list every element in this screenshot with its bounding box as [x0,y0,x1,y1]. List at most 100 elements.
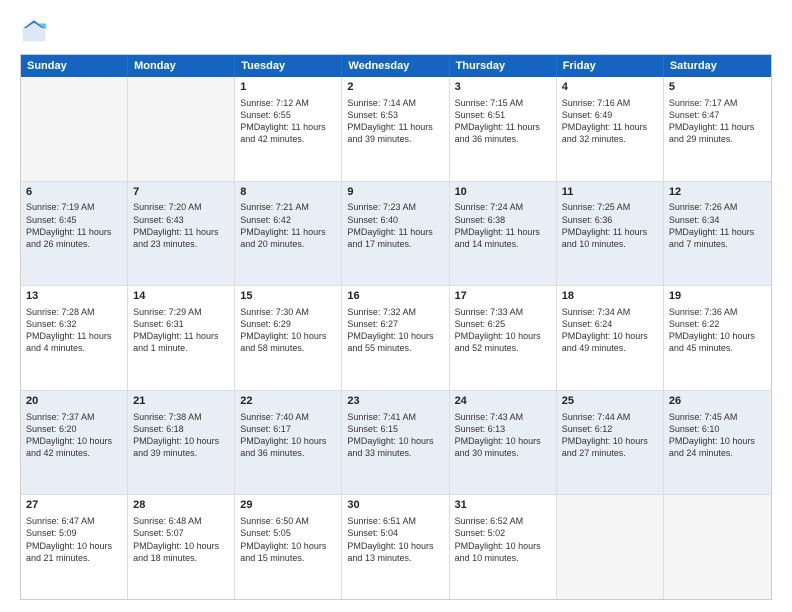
day-header-tuesday: Tuesday [235,55,342,77]
day-info-line-1: Sunrise: 7:36 AM [669,307,738,317]
day-cell-6: 6Sunrise: 7:19 AMSunset: 6:45 PMDaylight… [21,182,128,286]
day-number: 24 [455,394,551,409]
day-info-line-1: Sunrise: 7:34 AM [562,307,631,317]
day-info-line-3: Daylight: 10 hours and 10 minutes. [455,541,541,563]
day-number: 2 [347,80,443,95]
day-cell-12: 12Sunrise: 7:26 AMSunset: 6:34 PMDayligh… [664,182,771,286]
day-info-line-1: Sunrise: 7:37 AM [26,412,95,422]
day-cell-9: 9Sunrise: 7:23 AMSunset: 6:40 PMDaylight… [342,182,449,286]
day-cell-14: 14Sunrise: 7:29 AMSunset: 6:31 PMDayligh… [128,286,235,390]
day-info-line-3: Daylight: 11 hours and 7 minutes. [669,227,754,249]
day-info-line-1: Sunrise: 6:52 AM [455,516,524,526]
day-header-sunday: Sunday [21,55,128,77]
day-number: 13 [26,289,122,304]
day-info-line-3: Daylight: 10 hours and 36 minutes. [240,436,326,458]
day-info-line-3: Daylight: 11 hours and 4 minutes. [26,331,111,353]
calendar-row-5: 27Sunrise: 6:47 AMSunset: 5:09 PMDayligh… [21,494,771,599]
day-cell-7: 7Sunrise: 7:20 AMSunset: 6:43 PMDaylight… [128,182,235,286]
day-info-line-1: Sunrise: 7:29 AM [133,307,202,317]
day-number: 27 [26,498,122,513]
day-number: 8 [240,185,336,200]
day-cell-25: 25Sunrise: 7:44 AMSunset: 6:12 PMDayligh… [557,391,664,495]
day-info-line-3: Daylight: 11 hours and 29 minutes. [669,122,754,144]
day-info-line-1: Sunrise: 6:47 AM [26,516,95,526]
day-cell-13: 13Sunrise: 7:28 AMSunset: 6:32 PMDayligh… [21,286,128,390]
day-info-line-3: Daylight: 10 hours and 55 minutes. [347,331,433,353]
day-info-line-3: Daylight: 10 hours and 58 minutes. [240,331,326,353]
day-cell-19: 19Sunrise: 7:36 AMSunset: 6:22 PMDayligh… [664,286,771,390]
logo [20,16,52,44]
day-info-line-1: Sunrise: 7:43 AM [455,412,524,422]
day-number: 26 [669,394,766,409]
day-header-monday: Monday [128,55,235,77]
day-info-line-1: Sunrise: 7:28 AM [26,307,95,317]
day-number: 10 [455,185,551,200]
day-number: 21 [133,394,229,409]
day-info-line-1: Sunrise: 7:40 AM [240,412,309,422]
empty-cell [21,77,128,181]
day-info-line-3: Daylight: 10 hours and 30 minutes. [455,436,541,458]
day-cell-20: 20Sunrise: 7:37 AMSunset: 6:20 PMDayligh… [21,391,128,495]
day-info-line-1: Sunrise: 6:50 AM [240,516,309,526]
day-number: 12 [669,185,766,200]
day-info-line-3: Daylight: 10 hours and 27 minutes. [562,436,648,458]
day-info-line-3: Daylight: 11 hours and 36 minutes. [455,122,540,144]
day-number: 31 [455,498,551,513]
logo-icon [20,16,48,44]
day-header-friday: Friday [557,55,664,77]
day-number: 22 [240,394,336,409]
day-cell-15: 15Sunrise: 7:30 AMSunset: 6:29 PMDayligh… [235,286,342,390]
day-cell-21: 21Sunrise: 7:38 AMSunset: 6:18 PMDayligh… [128,391,235,495]
day-number: 25 [562,394,658,409]
day-info-line-1: Sunrise: 7:15 AM [455,98,524,108]
day-info-line-1: Sunrise: 7:30 AM [240,307,309,317]
day-cell-23: 23Sunrise: 7:41 AMSunset: 6:15 PMDayligh… [342,391,449,495]
day-number: 9 [347,185,443,200]
day-info-line-1: Sunrise: 7:19 AM [26,202,95,212]
day-info-line-1: Sunrise: 7:23 AM [347,202,416,212]
day-cell-26: 26Sunrise: 7:45 AMSunset: 6:10 PMDayligh… [664,391,771,495]
day-number: 5 [669,80,766,95]
day-info-line-3: Daylight: 10 hours and 18 minutes. [133,541,219,563]
day-number: 18 [562,289,658,304]
day-number: 7 [133,185,229,200]
day-info-line-1: Sunrise: 7:41 AM [347,412,416,422]
day-number: 15 [240,289,336,304]
day-info-line-1: Sunrise: 7:45 AM [669,412,738,422]
calendar: SundayMondayTuesdayWednesdayThursdayFrid… [20,54,772,600]
empty-cell [128,77,235,181]
day-info-line-3: Daylight: 10 hours and 21 minutes. [26,541,112,563]
day-cell-27: 27Sunrise: 6:47 AMSunset: 5:09 PMDayligh… [21,495,128,599]
day-cell-1: 1Sunrise: 7:12 AMSunset: 6:55 PMDaylight… [235,77,342,181]
calendar-row-3: 13Sunrise: 7:28 AMSunset: 6:32 PMDayligh… [21,285,771,390]
day-info-line-3: Daylight: 11 hours and 32 minutes. [562,122,647,144]
day-info-line-3: Daylight: 10 hours and 42 minutes. [26,436,112,458]
day-number: 4 [562,80,658,95]
day-info-line-3: Daylight: 11 hours and 20 minutes. [240,227,325,249]
day-info-line-3: Daylight: 11 hours and 39 minutes. [347,122,432,144]
day-info-line-3: Daylight: 10 hours and 45 minutes. [669,331,755,353]
calendar-row-2: 6Sunrise: 7:19 AMSunset: 6:45 PMDaylight… [21,181,771,286]
empty-cell [557,495,664,599]
day-info-line-1: Sunrise: 7:16 AM [562,98,631,108]
day-info-line-3: Daylight: 10 hours and 52 minutes. [455,331,541,353]
day-info-line-3: Daylight: 10 hours and 24 minutes. [669,436,755,458]
day-cell-8: 8Sunrise: 7:21 AMSunset: 6:42 PMDaylight… [235,182,342,286]
day-cell-17: 17Sunrise: 7:33 AMSunset: 6:25 PMDayligh… [450,286,557,390]
day-info-line-1: Sunrise: 7:33 AM [455,307,524,317]
day-info-line-1: Sunrise: 6:51 AM [347,516,416,526]
day-cell-11: 11Sunrise: 7:25 AMSunset: 6:36 PMDayligh… [557,182,664,286]
day-info-line-3: Daylight: 11 hours and 26 minutes. [26,227,111,249]
day-info-line-3: Daylight: 11 hours and 42 minutes. [240,122,325,144]
day-info-line-1: Sunrise: 7:25 AM [562,202,631,212]
day-cell-31: 31Sunrise: 6:52 AMSunset: 5:02 PMDayligh… [450,495,557,599]
day-number: 30 [347,498,443,513]
day-header-thursday: Thursday [450,55,557,77]
day-number: 19 [669,289,766,304]
day-info-line-3: Daylight: 11 hours and 17 minutes. [347,227,432,249]
day-info-line-3: Daylight: 11 hours and 1 minute. [133,331,218,353]
header [20,16,772,44]
day-cell-10: 10Sunrise: 7:24 AMSunset: 6:38 PMDayligh… [450,182,557,286]
day-info-line-1: Sunrise: 7:24 AM [455,202,524,212]
day-number: 28 [133,498,229,513]
